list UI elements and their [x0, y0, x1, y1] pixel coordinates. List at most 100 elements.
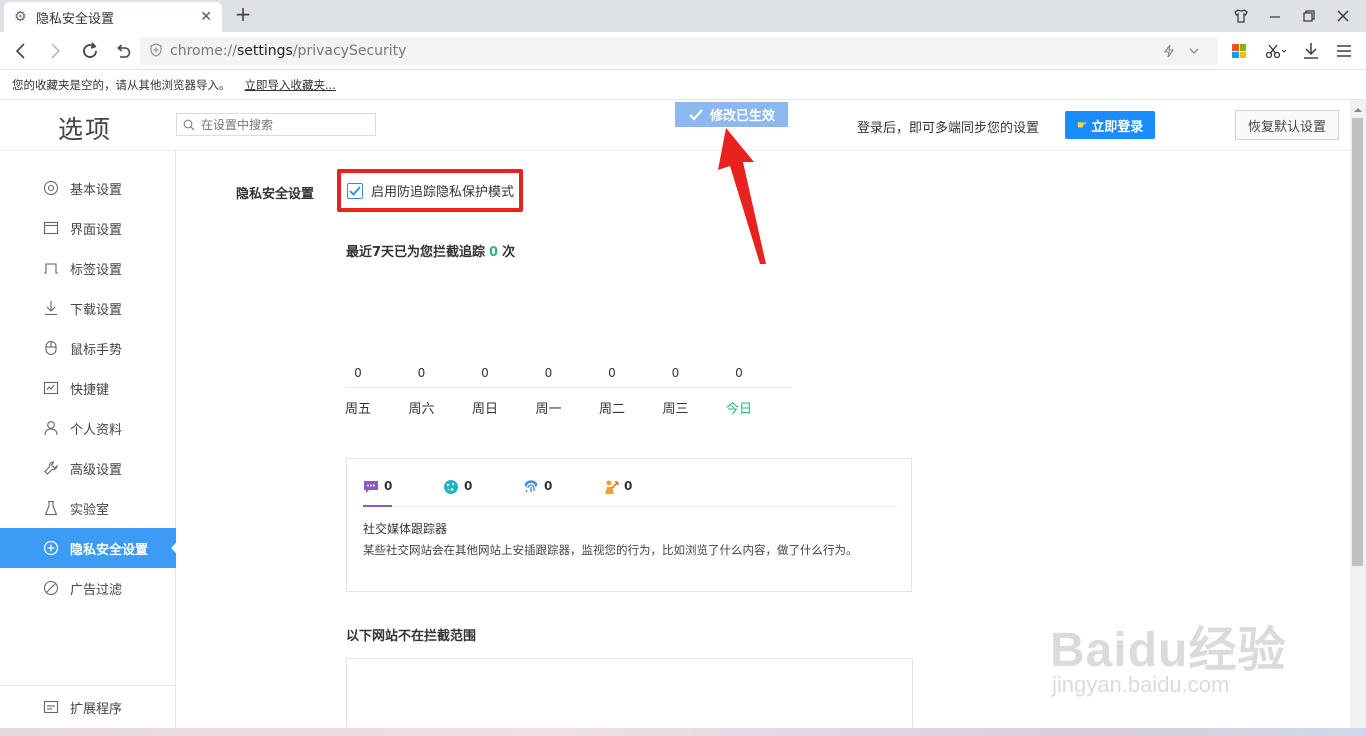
whitelist-box	[346, 658, 913, 736]
apps-button[interactable]	[1226, 39, 1252, 63]
tracker-count: 0	[544, 479, 553, 493]
shirt-icon	[1234, 9, 1248, 23]
shield-plus-icon	[42, 539, 60, 557]
sidebar-item-gestures[interactable]: 鼠标手势	[0, 328, 176, 368]
sidebar-item-label: 鼠标手势	[70, 342, 123, 358]
sidebar-item-tabs[interactable]: 标签设置	[0, 248, 176, 288]
download-icon	[1304, 43, 1318, 59]
sidebar-item-privacy[interactable]: 隐私安全设置	[0, 528, 177, 568]
chart-value-label: 0	[417, 366, 426, 380]
hamburger-menu-icon	[1337, 45, 1351, 57]
browser-tab[interactable]: ⚙ 隐私安全设置 ✕	[4, 2, 222, 32]
new-tab-button[interactable]: +	[232, 4, 254, 26]
reset-defaults-button[interactable]: 恢复默认设置	[1235, 110, 1339, 140]
tracker-tab-miner[interactable]: 0	[603, 479, 632, 507]
anti-tracking-toggle[interactable]: 启用防追踪隐私保护模式	[347, 181, 514, 200]
chart-value-label: 0	[608, 366, 616, 380]
sidebar-item-download[interactable]: 下载设置	[0, 288, 176, 328]
browser-titlebar: ⚙ 隐私安全设置 ✕ +	[0, 0, 1366, 32]
chevron-down-icon[interactable]	[1188, 37, 1200, 65]
sidebar-item-label: 快捷键	[70, 382, 110, 398]
undo-icon	[117, 44, 131, 58]
apps-grid-icon	[1232, 44, 1246, 58]
sidebar-item-basic[interactable]: 基本设置	[0, 168, 176, 208]
tracker-count: 0	[384, 479, 393, 493]
screenshot-button[interactable]	[1260, 39, 1292, 63]
sidebar-item-label: 高级设置	[70, 462, 123, 478]
page-scrollbar[interactable]	[1350, 100, 1366, 728]
reload-button[interactable]	[77, 38, 103, 64]
chat-bubble-icon	[363, 479, 379, 495]
sidebar-item-label: 界面设置	[70, 222, 123, 238]
chart-value-label: 0	[671, 366, 680, 380]
chart-value-label: 0	[354, 366, 362, 380]
menu-button[interactable]	[1331, 39, 1357, 63]
chart-value-label: 0	[544, 366, 553, 380]
forward-button[interactable]	[42, 38, 68, 64]
stats-prefix: 最近7天已为您拦截追踪	[346, 245, 486, 260]
search-input[interactable]	[201, 117, 371, 132]
sidebar-item-interface[interactable]: 界面设置	[0, 208, 176, 248]
undo-close-button[interactable]	[110, 38, 136, 64]
forward-arrow-icon	[51, 43, 61, 59]
stats-suffix: 次	[502, 245, 516, 260]
checkbox[interactable]	[347, 182, 363, 199]
sync-prompt: 登录后，即可多端同步您的设置	[857, 121, 1040, 136]
watermark-main: Baidu经验	[1050, 624, 1287, 677]
sidebar-item-lab[interactable]: 实验室	[0, 488, 176, 528]
crypto-miner-icon	[603, 479, 619, 495]
scroll-up-arrow-icon[interactable]	[1354, 104, 1362, 112]
url-path: /privacySecurity	[292, 43, 407, 59]
settings-circle-icon	[42, 179, 60, 197]
sidebar-item-label: 标签设置	[70, 262, 123, 278]
address-bar[interactable]: chrome://settings/privacySecurity	[140, 37, 1218, 65]
tracker-tab-cookie[interactable]: 0	[443, 479, 472, 507]
whitelist-title: 以下网站不在拦截范围	[346, 629, 477, 644]
lightning-icon[interactable]	[1162, 37, 1176, 65]
login-button[interactable]: ☛ 立即登录	[1065, 111, 1155, 139]
watermark: Baidu经验 jingyan.baidu.com	[1040, 590, 1300, 710]
sidebar-item-shortcuts[interactable]: 快捷键	[0, 368, 176, 408]
block-icon	[42, 579, 60, 597]
import-bookmarks-link[interactable]: 立即导入收藏夹...	[245, 77, 336, 93]
sidebar-item-label: 广告过滤	[70, 582, 123, 598]
sidebar-item-profile[interactable]: 个人资料	[0, 408, 176, 448]
downloads-button[interactable]	[1298, 39, 1324, 63]
settings-sidebar: 基本设置 界面设置 标签设置 下载设置 鼠标手势 快捷键 个人资料 高级设置 实…	[0, 151, 177, 728]
sidebar-item-advanced[interactable]: 高级设置	[0, 448, 176, 488]
toast-text: 修改已生效	[709, 109, 775, 124]
tracker-tabs: 0 0 0 0	[363, 479, 897, 507]
page-title: 选项	[58, 115, 113, 144]
restore-icon	[1303, 10, 1315, 22]
tracker-description: 某些社交网站会在其他网站上安插跟踪器，监视您的行为，比如浏览了什么内容，做了什么…	[363, 543, 858, 557]
restore-button[interactable]	[1292, 4, 1326, 28]
weekly-blocked-chart: 0 周五 0 周六 0 周日 0 周一 0 周二 0 周三 0 今日	[345, 360, 792, 420]
sidebar-item-label: 下载设置	[70, 302, 123, 318]
chart-day-label: 周一	[535, 402, 562, 417]
sidebar-item-adblock[interactable]: 广告过滤	[0, 568, 176, 608]
settings-search[interactable]	[176, 113, 376, 136]
back-button[interactable]	[8, 38, 34, 64]
blocked-stats-title: 最近7天已为您拦截追踪 0 次	[346, 241, 515, 260]
wrench-icon	[42, 459, 60, 477]
bookmarks-empty-message: 您的收藏夹是空的，请从其他浏览器导入。	[12, 77, 231, 92]
close-window-button[interactable]	[1326, 4, 1360, 28]
section-label: 隐私安全设置	[236, 187, 315, 202]
sidebar-item-extensions[interactable]: 扩展程序	[0, 687, 176, 727]
tracker-count: 0	[464, 479, 473, 493]
close-tab-icon[interactable]: ✕	[200, 9, 212, 25]
sidebar-item-label: 基本设置	[70, 182, 123, 198]
site-shield-icon[interactable]	[148, 43, 164, 59]
chart-day-label: 周六	[408, 402, 435, 417]
chart-day-label: 周五	[344, 402, 371, 417]
tracker-tab-fingerprint[interactable]: 0	[523, 479, 552, 507]
back-arrow-icon	[15, 43, 25, 59]
chart-baseline	[346, 387, 792, 388]
skin-button[interactable]	[1224, 4, 1258, 28]
tracker-tab-social[interactable]: 0	[363, 479, 393, 507]
scrollbar-thumb[interactable]	[1352, 118, 1363, 566]
taskbar-strip	[0, 728, 1366, 736]
minimize-button[interactable]	[1258, 4, 1292, 28]
tracker-card: 0 0 0 0 社交媒体跟踪器 某些社交网站会在其他网站上安插跟踪器，监视您的行…	[346, 458, 912, 592]
login-button-label: 立即登录	[1091, 119, 1144, 135]
